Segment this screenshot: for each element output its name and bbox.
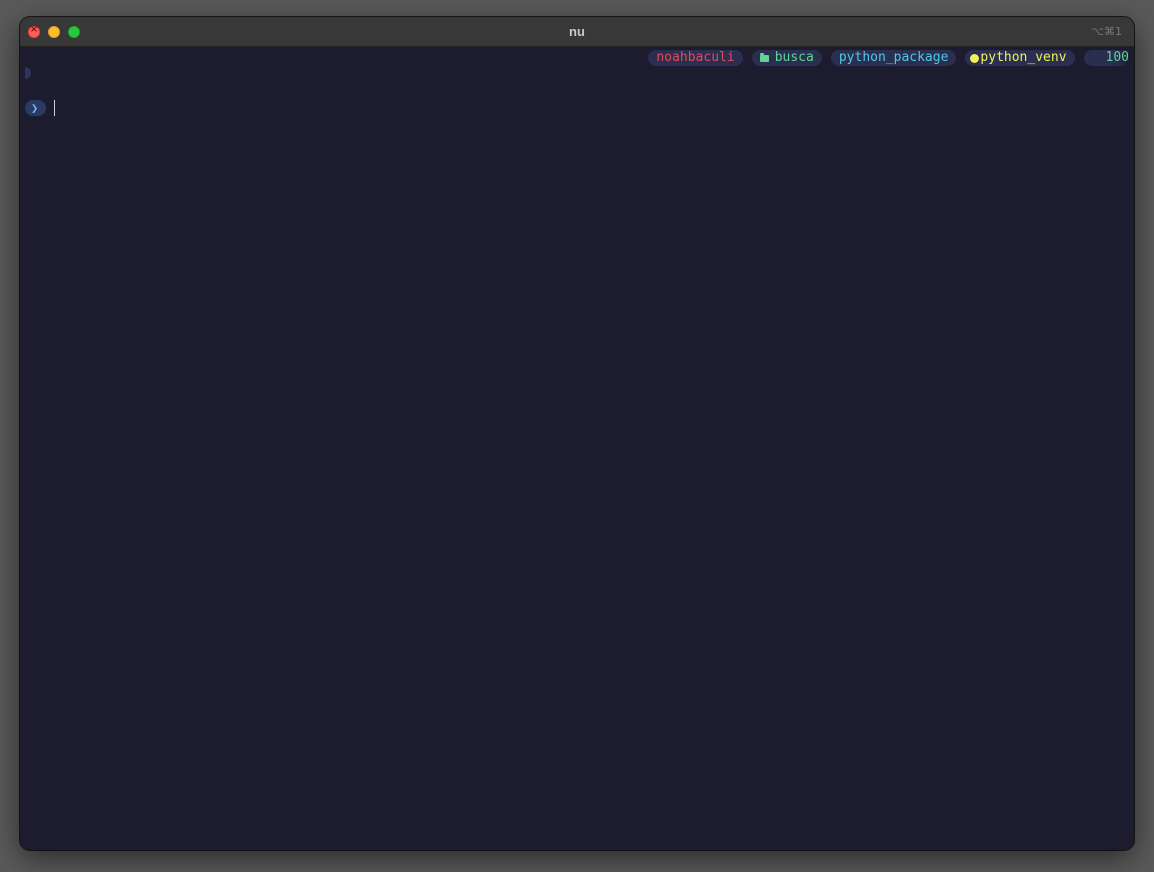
terminal-area[interactable]: noahbaculi busca python_package python_v… <box>20 47 1134 850</box>
directory-segment: busca <box>751 50 822 66</box>
folder-icon <box>759 52 769 62</box>
prompt-line[interactable]: ❯ <box>25 100 56 116</box>
prompt-symbol: ❯ <box>25 100 47 116</box>
number-value: 100 <box>1105 50 1129 65</box>
package-segment: python_package <box>830 50 957 66</box>
terminal-window: nu ⌥⌘1 noahbaculi busca python_package p… <box>20 17 1134 850</box>
user-segment: noahbaculi <box>648 50 743 66</box>
window-shortcut: ⌥⌘1 <box>1091 25 1122 38</box>
number-segment: 100 <box>1083 50 1129 66</box>
package-name: python_package <box>838 50 949 65</box>
python-icon <box>970 53 980 63</box>
venv-name: python_venv <box>980 50 1067 65</box>
directory-name: busca <box>774 50 814 65</box>
text-cursor <box>54 100 56 116</box>
user-name: noahbaculi <box>656 50 735 65</box>
window-title: nu <box>569 24 585 39</box>
right-prompt-status: noahbaculi busca python_package python_v… <box>648 50 1129 66</box>
title-bar[interactable]: nu ⌥⌘1 <box>20 17 1134 47</box>
prompt-marker <box>25 67 31 79</box>
venv-segment: python_venv <box>965 50 1075 66</box>
